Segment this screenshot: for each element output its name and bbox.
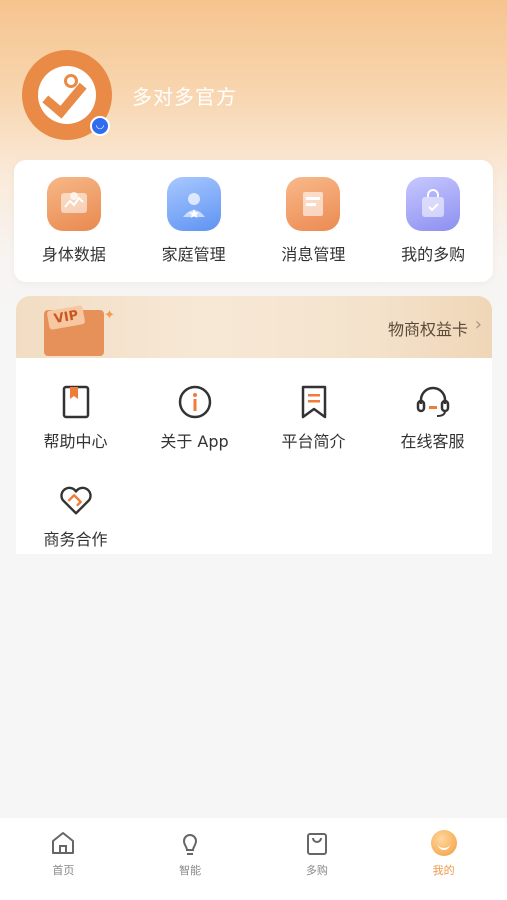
- home-icon: [48, 828, 78, 858]
- help-book-icon: [58, 384, 94, 420]
- bag-icon: [302, 828, 332, 858]
- bookmark-icon: [296, 384, 332, 420]
- verified-badge-icon: ◡: [90, 116, 110, 136]
- me-icon: [429, 828, 459, 858]
- service-label: 帮助中心: [43, 432, 108, 451]
- nickname: 多对多官方: [132, 84, 237, 109]
- vip-label: 物商权益卡: [387, 320, 468, 339]
- sparkle-icon: ✦: [104, 308, 115, 323]
- services-grid: 帮助中心 关于 App 平台简介 在线客服 商务合作: [16, 358, 492, 554]
- family-icon: [166, 177, 221, 231]
- handshake-heart-icon: [58, 482, 94, 518]
- quick-action-label: 身体数据: [41, 245, 106, 264]
- services-card: VIP ✦ 物商权益卡 › 帮助中心 关于 App 平台简介 在线客服 商务合作: [16, 296, 492, 554]
- chevron-right-icon: ›: [474, 314, 482, 335]
- service-help-center[interactable]: 帮助中心: [16, 384, 135, 482]
- tab-smart[interactable]: 智能: [130, 818, 250, 900]
- headset-icon: [415, 384, 451, 420]
- quick-action-messages[interactable]: 消息管理: [258, 177, 368, 265]
- tab-shopping[interactable]: 多购: [257, 818, 377, 900]
- service-platform-intro[interactable]: 平台简介: [254, 384, 373, 482]
- tab-label: 我的: [432, 864, 455, 877]
- bulb-icon: [175, 828, 205, 858]
- quick-action-body-data[interactable]: 身体数据: [19, 177, 129, 265]
- service-about-app[interactable]: 关于 App: [135, 384, 254, 482]
- body-data-icon: [46, 177, 101, 231]
- service-label: 商务合作: [43, 530, 108, 549]
- info-icon: [177, 384, 213, 420]
- tab-me[interactable]: 我的: [384, 818, 504, 900]
- quick-action-label: 家庭管理: [161, 245, 226, 264]
- message-icon: [286, 177, 341, 231]
- bottom-tab-bar: 首页 智能 多购 我的: [0, 818, 507, 900]
- profile-header[interactable]: ◡ 多对多官方: [22, 50, 237, 140]
- quick-actions-card: 身体数据 家庭管理 消息管理 我的多购: [14, 160, 493, 282]
- service-label: 关于 App: [160, 432, 229, 451]
- quick-action-family[interactable]: 家庭管理: [139, 177, 249, 265]
- quick-action-label: 我的多购: [401, 245, 466, 264]
- quick-action-label: 消息管理: [281, 245, 346, 264]
- logo-check-icon: [38, 66, 96, 124]
- tab-label: 多购: [305, 864, 328, 877]
- service-label: 平台简介: [281, 432, 346, 451]
- tab-label: 首页: [52, 864, 75, 877]
- avatar[interactable]: ◡: [22, 50, 112, 140]
- service-label: 在线客服: [400, 432, 465, 451]
- tab-label: 智能: [179, 864, 202, 877]
- shopping-bag-icon: [406, 177, 461, 231]
- tab-home[interactable]: 首页: [3, 818, 123, 900]
- quick-action-my-shopping[interactable]: 我的多购: [378, 177, 488, 265]
- service-online-support[interactable]: 在线客服: [373, 384, 492, 482]
- vip-benefit-card-row[interactable]: VIP ✦ 物商权益卡 ›: [16, 296, 492, 358]
- service-business-cooperation[interactable]: 商务合作: [16, 482, 135, 554]
